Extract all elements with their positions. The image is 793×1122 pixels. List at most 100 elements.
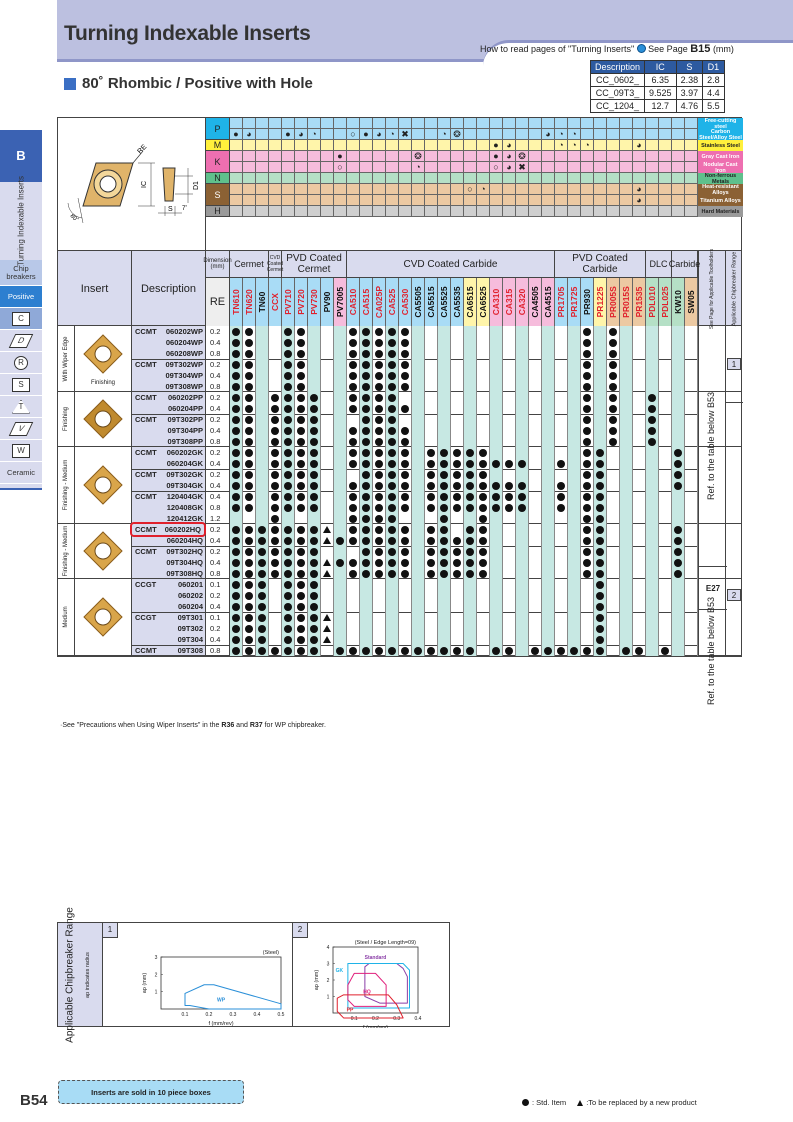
availability-cell (555, 403, 568, 414)
material-cell (399, 151, 412, 162)
availability-cell (373, 403, 386, 414)
see-page-link[interactable]: B15 (690, 43, 710, 55)
link-r36[interactable]: R36 (221, 722, 234, 729)
availability-cell (321, 392, 334, 403)
availability-cell (607, 348, 620, 359)
insert-description[interactable]: 060202 (132, 590, 206, 601)
insert-description[interactable]: 09T304WP (132, 370, 206, 381)
std-item-dot-icon (271, 470, 279, 479)
sidebar-shape-w[interactable]: W (0, 440, 42, 462)
insert-description[interactable]: 060204GK (132, 458, 206, 469)
std-item-dot-icon (284, 415, 292, 424)
availability-cell (451, 524, 464, 535)
insert-description[interactable]: CCMT 060202PP (132, 392, 206, 403)
std-item-dot-icon (583, 470, 591, 479)
insert-description[interactable]: 120408GK (132, 502, 206, 513)
material-cell (581, 195, 594, 206)
material-cell (594, 195, 607, 206)
insert-description[interactable]: CCMT 09T302PP (132, 414, 206, 425)
availability-cell (542, 623, 555, 634)
insert-description[interactable]: 09T304HQ (132, 557, 206, 568)
material-row: ● ◕ ◔ ◔ ◔ ◕ Stainless Steel (230, 140, 743, 151)
insert-description[interactable]: 09T308WP (132, 381, 206, 392)
availability-cell (490, 458, 503, 469)
material-cell (347, 173, 360, 184)
availability-cell (321, 359, 334, 370)
insert-description[interactable]: 09T302 (132, 623, 206, 634)
ref-table-link[interactable]: Ref. to the table below B53 (706, 386, 716, 506)
availability-cell (685, 502, 698, 513)
availability-cell (672, 601, 685, 612)
insert-description[interactable]: 060204 (132, 601, 206, 612)
insert-description[interactable]: CCMT 09T308 (132, 645, 206, 656)
chart-ref-2[interactable]: 2 (727, 589, 741, 601)
availability-cell (360, 623, 373, 634)
insert-description[interactable]: CCMT 09T302GK (132, 469, 206, 480)
availability-cell (386, 491, 399, 502)
grade-column-header: TN60 (256, 278, 269, 326)
insert-description[interactable]: 09T304GK (132, 480, 206, 491)
availability-cell (594, 469, 607, 480)
sidebar-shape-d[interactable]: D (0, 330, 42, 352)
std-item-dot-icon (362, 327, 370, 336)
insert-description-highlighted[interactable]: CCMT 060202HQ (130, 522, 206, 537)
availability-cell (594, 370, 607, 381)
insert-description[interactable]: CCMT 09T302WP (132, 359, 206, 370)
sidebar-shape-s[interactable]: S (0, 374, 42, 396)
insert-description[interactable]: CCMT 120404GK (132, 491, 206, 502)
availability-cell (373, 612, 386, 623)
material-cell: ○ (464, 184, 477, 195)
availability-cell (243, 557, 256, 568)
insert-description[interactable]: CCMT 060202GK (132, 447, 206, 458)
std-item-dot-icon (596, 481, 604, 490)
insert-description[interactable]: 120412GK (132, 513, 206, 524)
availability-cell (360, 535, 373, 546)
availability-cell (607, 579, 620, 590)
insert-description[interactable]: CCMT 060202WP (132, 326, 206, 337)
insert-description[interactable]: 060204PP (132, 403, 206, 414)
insert-description[interactable]: 060208WP (132, 348, 206, 359)
material-cell (542, 195, 555, 206)
insert-description[interactable]: CCGT 09T301 (132, 612, 206, 623)
chart-ref-1[interactable]: 1 (727, 358, 741, 370)
sidebar-positive[interactable]: Positive (0, 286, 42, 308)
insert-description[interactable]: 09T304PP (132, 425, 206, 436)
availability-cell (542, 502, 555, 513)
insert-description[interactable]: CCMT 09T302HQ (132, 546, 206, 557)
material-cell (464, 173, 477, 184)
std-item-dot-icon (375, 514, 383, 523)
availability-cell (360, 502, 373, 513)
sidebar-shape-v[interactable]: V (0, 418, 42, 440)
availability-cell (607, 557, 620, 568)
insert-description[interactable]: 09T308PP (132, 436, 206, 447)
availability-cell (425, 502, 438, 513)
insert-description[interactable]: 060204WP (132, 337, 206, 348)
availability-cell (334, 480, 347, 491)
availability-cell (373, 425, 386, 436)
link-r37[interactable]: R37 (250, 722, 263, 729)
availability-cell (542, 513, 555, 524)
availability-cell (256, 612, 269, 623)
availability-cell (438, 634, 451, 645)
availability-cell (620, 414, 633, 425)
chart-2: 2 0.1 0.2 0.3 0.4 1 2 3 4 f (mm/rev) ap (mm) (Stee… (293, 923, 450, 1031)
std-item-dot-icon (466, 459, 474, 468)
insert-description[interactable]: 09T308HQ (132, 568, 206, 579)
availability-cell (659, 381, 672, 392)
sidebar-section-letter[interactable]: B (0, 130, 42, 182)
availability-cell (503, 414, 516, 425)
sidebar-shape-t[interactable]: T (0, 396, 42, 418)
sidebar-shape-c[interactable]: C (0, 308, 42, 330)
availability-cell (256, 469, 269, 480)
availability-cell (269, 645, 282, 656)
material-name: Stainless Steel (698, 140, 743, 151)
insert-description[interactable]: 060204HQ (132, 535, 206, 546)
ref-table-link[interactable]: Ref. to the table below B53 (706, 591, 716, 711)
availability-cell (399, 645, 412, 656)
availability-cell (308, 513, 321, 524)
sidebar-shape-r[interactable]: R (0, 352, 42, 374)
availability-cell (503, 535, 516, 546)
insert-description[interactable]: CCGT 060201 (132, 579, 206, 590)
insert-description[interactable]: 09T304 (132, 634, 206, 645)
sidebar-ceramic[interactable]: Ceramic (0, 462, 42, 484)
